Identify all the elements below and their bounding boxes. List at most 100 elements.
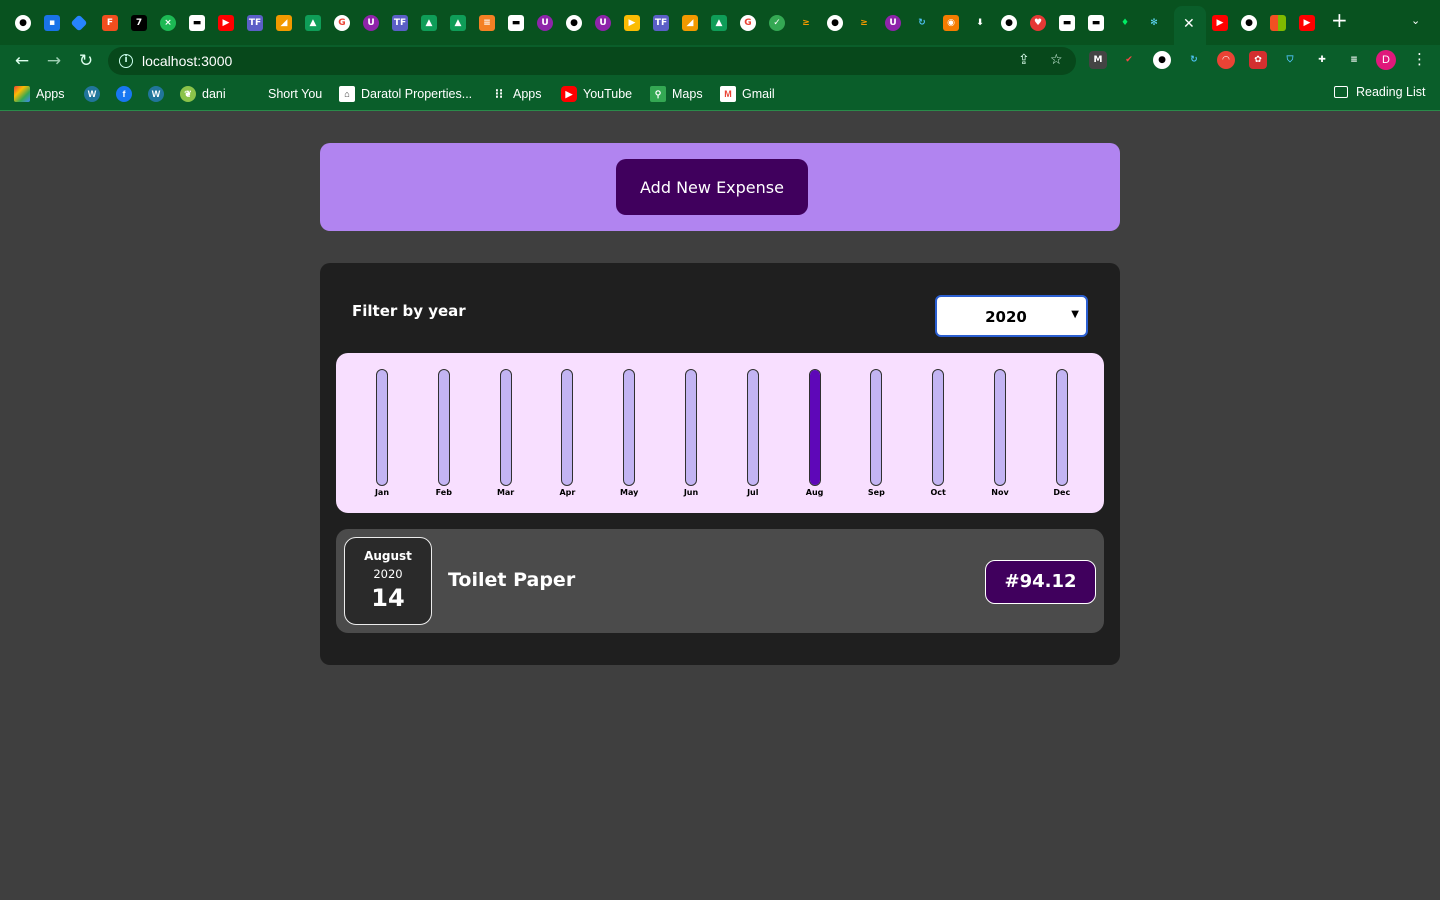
tab-favicon-icon[interactable]: ● [566,15,582,31]
tab-favicon-icon[interactable]: ● [1001,15,1017,31]
chrome-icon[interactable]: ● [15,15,31,31]
forward-arrow-icon[interactable]: → [42,49,66,73]
bookmark-label: Apps [36,87,65,101]
bookmark-wordpress[interactable]: W [84,85,106,103]
tab-favicon-icon[interactable]: ✓ [769,15,785,31]
stackoverflow-icon[interactable]: ≡ [479,15,495,31]
add-new-expense-button[interactable]: Add New Expense [616,159,808,215]
tab-favicon-icon[interactable]: TF [392,15,408,31]
github-icon[interactable]: ● [1241,15,1257,31]
jira-icon[interactable] [70,14,88,32]
tab-favicon-icon[interactable]: × [160,15,176,31]
profile-avatar[interactable]: D [1376,50,1396,70]
share-icon[interactable]: ⇪ [1018,52,1030,68]
chart-bar-label: Jan [374,488,390,497]
tab-favicon-icon[interactable]: ≥ [798,15,814,31]
extension-icon[interactable]: ● [1153,51,1171,69]
youtube-icon[interactable]: ▶ [218,15,234,31]
mongodb-icon[interactable]: ♦ [1117,15,1133,31]
expense-price: #94.12 [985,560,1096,604]
tab-favicon-icon[interactable]: TF [653,15,669,31]
drive-icon[interactable]: ▲ [450,15,466,31]
bookmarks-bar: Apps W f W ❦ dani Short You ⌂ Daratol Pr… [0,82,1440,106]
tab-favicon-icon[interactable]: U [885,15,901,31]
bookmark-daratol[interactable]: ⌂ Daratol Properties... [339,85,472,103]
tab-favicon-icon[interactable]: TF [247,15,263,31]
chart-bar-oct [932,369,945,486]
bookmark-dani[interactable]: ❦ dani [180,85,226,103]
tab-favicon-icon[interactable]: ▬ [508,15,524,31]
drive-icon[interactable]: ▲ [305,15,321,31]
github-icon[interactable]: ● [827,15,843,31]
expenses-chart: Jan Feb Mar Apr May Jun Jul Aug Sep Oct Nov Dec [336,353,1104,513]
expense-date-year: 2020 [373,567,403,581]
bookmark-apps[interactable]: Apps [14,85,65,103]
tab-favicon-icon[interactable]: 7 [131,15,147,31]
google-icon[interactable]: G [740,15,756,31]
apps-grid-icon [14,86,30,102]
drive-icon[interactable]: ▲ [421,15,437,31]
puzzle-icon[interactable]: ✚ [1313,51,1331,69]
chevron-down-icon: ▼ [1071,309,1079,320]
back-arrow-icon[interactable]: ← [10,49,34,73]
url-text[interactable]: localhost:3000 [142,53,232,69]
bookmark-apps[interactable]: ⁝⁝ Apps [491,85,542,103]
chart-bar-label: Jun [683,488,699,497]
youtube-icon: ▶ [561,86,577,102]
shield-icon[interactable]: ⛉ [1281,51,1299,69]
extension-icon[interactable]: ◠ [1217,51,1235,69]
new-tab-icon[interactable]: + [1331,10,1348,30]
extension-icon[interactable]: ✿ [1249,51,1267,69]
drive-icon[interactable]: ▲ [711,15,727,31]
react-icon[interactable]: ✻ [1146,15,1162,31]
wordpress-icon: W [148,86,164,102]
tab-favicon-icon[interactable]: ▬ [189,15,205,31]
tab-favicon-icon[interactable]: ≥ [856,15,872,31]
reload-icon[interactable]: ↻ [74,49,98,73]
youtube-icon[interactable]: ▶ [1212,15,1228,31]
tab-favicon-icon[interactable]: ▪ [44,15,60,31]
extension-icon[interactable]: ✔ [1120,51,1138,69]
new-expense-panel: Add New Expense [320,143,1120,231]
tab-active[interactable]: ✕ [1174,6,1206,45]
expense-item: August 2020 14 Toilet Paper #94.12 [336,529,1104,633]
tab-favicon-icon[interactable]: ◉ [943,15,959,31]
menu-kebab-icon[interactable]: ⋮ [1412,50,1427,68]
figma-icon[interactable]: F [102,15,118,31]
reading-list-button[interactable]: Reading List [1334,85,1426,99]
microsoft-icon[interactable] [1270,15,1286,31]
maps-icon: ⚲ [650,86,666,102]
tab-search-chevron-icon[interactable]: ⌄ [1411,14,1420,27]
bookmark-youtube[interactable]: ▶ YouTube [561,85,632,103]
bookmark-maps[interactable]: ⚲ Maps [650,85,703,103]
tab-favicon-icon[interactable]: ♥ [1030,15,1046,31]
download-icon[interactable]: ⬇ [972,15,988,31]
tab-favicon-icon[interactable]: U [363,15,379,31]
leaf-icon: ❦ [180,86,196,102]
tab-favicon-icon[interactable]: ◢ [276,15,292,31]
youtube-icon[interactable]: ▶ [1299,15,1315,31]
bookmark-short-you[interactable]: Short You [268,85,322,103]
property-icon: ⌂ [339,86,355,102]
close-icon[interactable]: ✕ [1183,16,1195,32]
bookmark-facebook[interactable]: f [116,85,138,103]
extension-icon[interactable]: ↻ [1185,51,1203,69]
tab-favicon-icon[interactable]: ◢ [682,15,698,31]
chart-bar-nov [994,369,1006,486]
address-bar[interactable]: i localhost:3000 ⇪ ☆ [108,47,1076,75]
chart-bar-mar [499,369,512,486]
tab-favicon-icon[interactable]: ▶ [624,15,640,31]
tab-favicon-icon[interactable]: U [537,15,553,31]
bookmark-gmail[interactable]: M Gmail [720,85,775,103]
tab-favicon-icon[interactable]: ▬ [1088,15,1104,31]
tab-favicon-icon[interactable]: ↻ [914,15,930,31]
year-select[interactable]: 2020 ▼ [935,295,1088,337]
tab-favicon-icon[interactable]: ▬ [1059,15,1075,31]
bookmark-wordpress[interactable]: W [148,85,170,103]
google-icon[interactable]: G [334,15,350,31]
bookmark-star-icon[interactable]: ☆ [1050,52,1063,68]
extension-icon[interactable]: M [1089,51,1107,69]
site-info-icon[interactable]: i [119,54,133,68]
tab-favicon-icon[interactable]: U [595,15,611,31]
media-queue-icon[interactable]: ≡ [1345,51,1363,69]
